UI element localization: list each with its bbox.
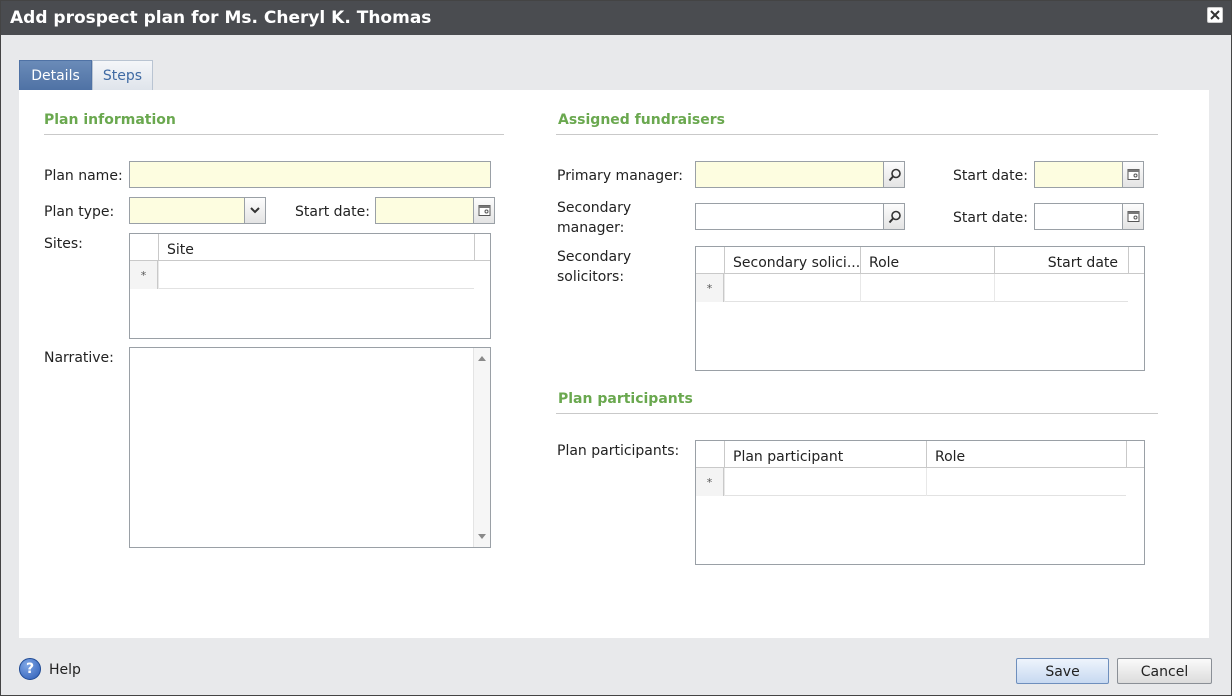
- secondary-manager-label: Secondary manager:: [557, 200, 632, 236]
- narrative-textarea[interactable]: [129, 347, 491, 548]
- search-icon: [888, 168, 901, 182]
- secondary-manager-search-button[interactable]: [883, 203, 905, 230]
- sites-grid[interactable]: Site *: [129, 233, 491, 339]
- secondary-solicitors-label: Secondary solicitors:: [557, 249, 632, 285]
- close-icon: [1210, 10, 1220, 20]
- chevron-down-icon: [250, 207, 260, 214]
- primary-start-date-label: Start date:: [953, 168, 1028, 184]
- narrative-scrollbar[interactable]: [473, 348, 490, 547]
- sites-header-filler: [474, 234, 490, 261]
- dialog-title: Add prospect plan for Ms. Cheryl K. Thom…: [10, 8, 432, 28]
- help-icon[interactable]: ?: [19, 658, 41, 680]
- solicitors-header-filler: [1128, 247, 1144, 274]
- calendar-icon: [478, 205, 491, 216]
- plan-type-select[interactable]: [129, 197, 266, 224]
- help-label[interactable]: Help: [49, 662, 81, 678]
- title-bar: Add prospect plan for Ms. Cheryl K. Thom…: [1, 1, 1231, 35]
- sites-column-site[interactable]: Site: [158, 234, 474, 261]
- participants-grid-header: Plan participant Role: [696, 441, 1144, 468]
- solicitors-new-row[interactable]: *: [696, 274, 1128, 302]
- primary-start-date-input[interactable]: [1034, 161, 1144, 188]
- solicitors-start-date-cell[interactable]: [994, 274, 1128, 302]
- solicitors-column-name[interactable]: Secondary solici...: [724, 247, 860, 274]
- secondary-manager-input[interactable]: [695, 203, 905, 230]
- participants-participant-cell[interactable]: [724, 468, 926, 496]
- participants-column-role[interactable]: Role: [926, 441, 1126, 468]
- search-icon: [888, 210, 901, 224]
- calendar-icon: [1127, 211, 1140, 222]
- solicitors-column-start-date[interactable]: Start date: [994, 247, 1128, 274]
- details-panel: Plan information Plan name: Plan type: S…: [19, 90, 1209, 638]
- solicitors-column-role[interactable]: Role: [860, 247, 994, 274]
- secondary-solicitors-grid[interactable]: Secondary solici... Role Start date *: [695, 246, 1145, 371]
- plan-start-date-calendar-button[interactable]: [473, 197, 495, 224]
- solicitors-role-cell[interactable]: [860, 274, 994, 302]
- primary-manager-search-button[interactable]: [883, 161, 905, 188]
- new-row-marker: *: [696, 274, 724, 302]
- plan-name-label: Plan name:: [44, 168, 123, 184]
- new-row-marker: *: [130, 261, 158, 289]
- participants-new-row[interactable]: *: [696, 468, 1126, 496]
- assigned-fundraisers-heading: Assigned fundraisers: [558, 112, 725, 128]
- primary-manager-input[interactable]: [695, 161, 905, 188]
- primary-start-date-calendar-button[interactable]: [1122, 161, 1144, 188]
- plan-information-divider: [44, 134, 504, 135]
- plan-participants-heading: Plan participants: [558, 391, 693, 407]
- sites-site-cell[interactable]: [158, 261, 474, 289]
- plan-information-heading: Plan information: [44, 112, 176, 128]
- scroll-down-arrow-icon[interactable]: [478, 534, 486, 539]
- cancel-button[interactable]: Cancel: [1117, 658, 1212, 684]
- plan-participants-grid[interactable]: Plan participant Role *: [695, 440, 1145, 565]
- plan-name-input[interactable]: [129, 161, 491, 188]
- narrative-label: Narrative:: [44, 350, 114, 366]
- secondary-start-date-input[interactable]: [1034, 203, 1144, 230]
- save-button[interactable]: Save: [1016, 658, 1109, 684]
- plan-start-date-input[interactable]: [375, 197, 495, 224]
- dialog-window: Add prospect plan for Ms. Cheryl K. Thom…: [0, 0, 1232, 696]
- solicitors-grid-header: Secondary solici... Role Start date: [696, 247, 1144, 274]
- new-row-marker: *: [696, 468, 724, 496]
- tab-details[interactable]: Details: [19, 60, 92, 90]
- participants-role-cell[interactable]: [926, 468, 1126, 496]
- plan-type-label: Plan type:: [44, 204, 115, 220]
- primary-manager-label: Primary manager:: [557, 168, 683, 184]
- sites-new-row[interactable]: *: [130, 261, 474, 289]
- sites-label: Sites:: [44, 236, 83, 252]
- assigned-fundraisers-divider: [556, 134, 1158, 135]
- participants-header-filler: [1126, 441, 1144, 468]
- plan-participants-divider: [556, 413, 1158, 414]
- tab-steps[interactable]: Steps: [92, 60, 153, 90]
- secondary-start-date-calendar-button[interactable]: [1122, 203, 1144, 230]
- secondary-start-date-label: Start date:: [953, 210, 1028, 226]
- plan-start-date-label: Start date:: [295, 204, 370, 220]
- participants-column-participant[interactable]: Plan participant: [724, 441, 926, 468]
- sites-grid-header: Site: [130, 234, 490, 261]
- plan-type-dropdown-button[interactable]: [244, 197, 266, 224]
- scroll-up-arrow-icon[interactable]: [478, 356, 486, 361]
- calendar-icon: [1127, 169, 1140, 180]
- close-button[interactable]: [1207, 7, 1223, 23]
- solicitors-name-cell[interactable]: [724, 274, 860, 302]
- plan-participants-label: Plan participants:: [557, 443, 680, 459]
